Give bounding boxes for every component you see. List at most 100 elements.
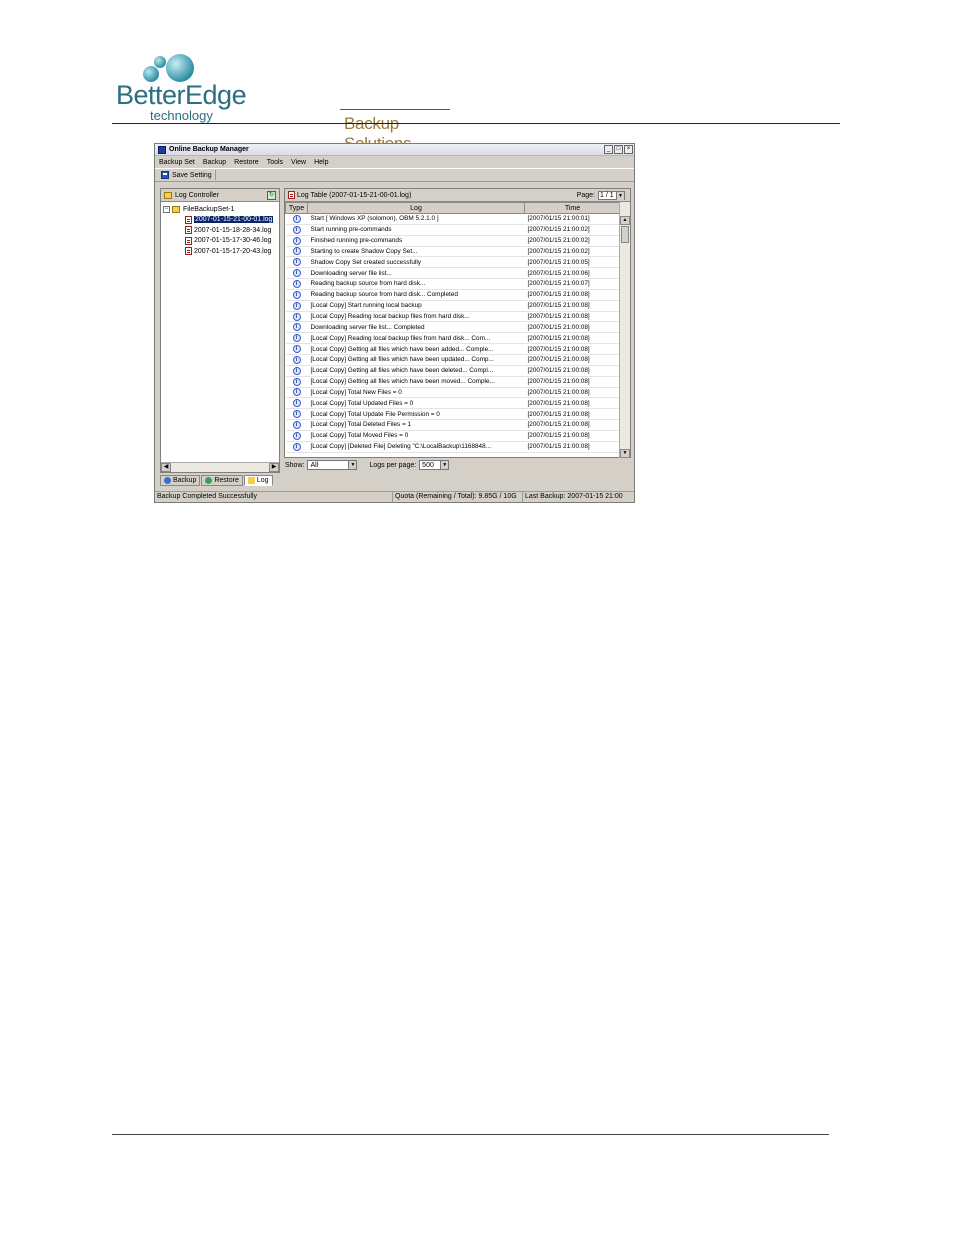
table-row[interactable]: i [Local Copy] Getting all files which ha…	[285, 376, 621, 388]
type-cell: i	[285, 235, 308, 247]
type-cell: i	[285, 365, 308, 377]
column-type[interactable]: Type	[285, 202, 308, 214]
tree-log-item[interactable]: 2007-01-15-17-30-46.log	[163, 236, 279, 247]
table-row[interactable]: i [Local Copy] Getting all files which ha…	[285, 343, 621, 355]
tree-log-item[interactable]: 2007-01-15-17-20-43.log	[163, 246, 279, 257]
tree-backup-set[interactable]: − FileBackupSet-1	[163, 204, 279, 215]
time-cell: [2007/01/15 21:00:08]	[524, 289, 621, 301]
chevron-down-icon: ▼	[440, 461, 449, 469]
show-value: All	[310, 461, 319, 469]
table-row[interactable]: i [Local Copy] Getting all files which ha…	[285, 365, 621, 377]
table-row[interactable]: i [Local Copy] Total Moved Files = 0 [2007…	[285, 430, 621, 442]
time-cell: [2007/01/15 21:00:08]	[524, 397, 621, 410]
app-icon	[158, 145, 166, 154]
refresh-icon[interactable]: ↻	[267, 191, 276, 200]
menu-tools[interactable]: Tools	[267, 159, 283, 166]
time-cell: [2007/01/15 21:00:08]	[524, 365, 621, 377]
log-file-icon	[185, 236, 192, 245]
table-row[interactable]: i [Local Copy] Start running local backup…	[285, 300, 621, 312]
table-row[interactable]: i [Local Copy] Total New Files = 0 [2007/0…	[285, 387, 621, 399]
logo-dot-large	[166, 54, 194, 82]
info-icon: i	[292, 290, 301, 299]
left-horizontal-scrollbar[interactable]: ◀ ▶	[161, 462, 279, 472]
info-icon: i	[292, 399, 301, 408]
table-row[interactable]: i [Local Copy] Total Update File Permissi…	[285, 408, 621, 421]
menu-backup[interactable]: Backup	[203, 159, 226, 166]
menu-bar: Backup Set Backup Restore Tools View Hel…	[155, 156, 634, 168]
log-cell: Reading backup source from hard disk...	[307, 278, 525, 290]
time-cell: [2007/01/15 21:00:08]	[524, 419, 621, 431]
column-log[interactable]: Log	[307, 202, 525, 214]
time-cell: [2007/01/15 21:00:01]	[524, 213, 621, 225]
page-value: 1 / 1	[600, 192, 614, 199]
menu-help[interactable]: Help	[314, 159, 328, 166]
show-dropdown[interactable]: All ▼	[307, 460, 358, 470]
time-cell: [2007/01/15 21:00:08]	[524, 376, 621, 388]
type-cell: i	[285, 300, 308, 312]
page-dropdown[interactable]: 1 / 1 ▼	[598, 191, 625, 200]
log-cell: Start [ Windows XP (solomon), OBM 5.2.1.…	[307, 213, 525, 225]
scroll-up-icon[interactable]: ▲	[620, 216, 630, 225]
scroll-right-icon[interactable]: ▶	[269, 463, 279, 472]
table-row[interactable]: i Reading backup source from hard disk...…	[285, 278, 621, 290]
type-cell: i	[285, 213, 308, 225]
type-cell: i	[285, 430, 308, 442]
table-row[interactable]: i Shadow Copy Set created successfully [20…	[285, 256, 621, 269]
collapse-icon[interactable]: −	[163, 205, 170, 213]
scroll-down-icon[interactable]: ▼	[620, 449, 630, 458]
page-label: Page:	[576, 192, 595, 199]
info-icon: i	[292, 279, 301, 288]
tree-log-item[interactable]: 2007-01-15-18-28-34.log	[163, 225, 279, 236]
info-icon: i	[292, 442, 301, 451]
table-row[interactable]: i Starting to create Shadow Copy Set... [2…	[285, 246, 621, 258]
table-row[interactable]: i Finished running pre-commands [2007/01/1…	[285, 235, 621, 247]
log-cell: [Local Copy] Reading local backup files …	[307, 332, 525, 345]
type-cell: i	[285, 289, 308, 301]
chevron-down-icon: ▼	[348, 461, 357, 469]
table-row[interactable]: i [Local Copy] Total Deleted Files = 1 [20…	[285, 419, 621, 431]
table-row[interactable]: i [Local Copy] [Deleted File] Deleting "C…	[285, 441, 621, 453]
info-icon: i	[292, 377, 301, 386]
log-vertical-scrollbar[interactable]: ▲ ▼	[619, 202, 630, 458]
log-cell: [Local Copy] Total Update File Permissio…	[307, 408, 525, 421]
table-row[interactable]: i [Local Copy] Getting all files which ha…	[285, 354, 621, 366]
log-cell: [Local Copy] Getting all files which hav…	[307, 343, 525, 355]
table-row[interactable]: i Downloading server file list... [2007/01…	[285, 267, 621, 280]
table-row[interactable]: i Start running pre-commands [2007/01/15 2…	[285, 224, 621, 236]
log-table: Type Log Time i Start [ Windows XP (solom…	[285, 202, 621, 453]
maximize-button[interactable]: □	[614, 145, 623, 154]
log-table-header: Log Table (2007-01-15-21-00-01.log) Page…	[285, 189, 630, 202]
logs-per-page-dropdown[interactable]: 500 ▼	[419, 460, 450, 470]
status-last-backup: Last Backup: 2007-01-15 21:00	[525, 493, 623, 500]
restore-tab-icon	[205, 477, 213, 484]
column-time[interactable]: Time	[524, 202, 621, 214]
log-file-icon	[185, 215, 192, 224]
table-row[interactable]: i [Local Copy] Total Updated Files = 0 [20…	[285, 397, 621, 410]
log-table-title: Log Table (2007-01-15-21-00-01.log)	[297, 191, 412, 199]
menu-view[interactable]: View	[291, 159, 306, 166]
tab-restore[interactable]: Restore	[201, 475, 243, 486]
menu-backup-set[interactable]: Backup Set	[159, 159, 195, 166]
type-cell: i	[285, 419, 308, 431]
table-row[interactable]: i Reading backup source from hard disk...…	[285, 289, 621, 301]
close-button[interactable]: ×	[624, 145, 633, 154]
type-cell: i	[285, 311, 308, 323]
scroll-thumb[interactable]	[621, 226, 629, 243]
minimize-button[interactable]: _	[604, 145, 613, 154]
table-row[interactable]: i Start [ Windows XP (solomon), OBM 5.2.1…	[285, 213, 621, 225]
time-cell: [2007/01/15 21:00:08]	[524, 354, 621, 366]
log-cell: [Local Copy] Start running local backup	[307, 300, 525, 312]
table-row[interactable]: i Downloading server file list... Complet…	[285, 321, 621, 334]
type-cell: i	[285, 376, 308, 388]
time-cell: [2007/01/15 21:00:08]	[524, 387, 621, 399]
menu-restore[interactable]: Restore	[234, 159, 259, 166]
save-setting-button[interactable]: Save Setting	[158, 170, 216, 180]
tab-backup[interactable]: Backup	[160, 475, 201, 486]
table-row[interactable]: i [Local Copy] Reading local backup files…	[285, 311, 621, 323]
table-row[interactable]: i [Local Copy] Reading local backup files…	[285, 332, 621, 345]
scroll-left-icon[interactable]: ◀	[161, 463, 171, 472]
tree-log-item[interactable]: 2007-01-15-21-00-01.log	[163, 215, 279, 226]
tab-log[interactable]: Log	[243, 475, 273, 486]
log-file-icon	[185, 226, 192, 235]
type-cell: i	[285, 332, 308, 345]
